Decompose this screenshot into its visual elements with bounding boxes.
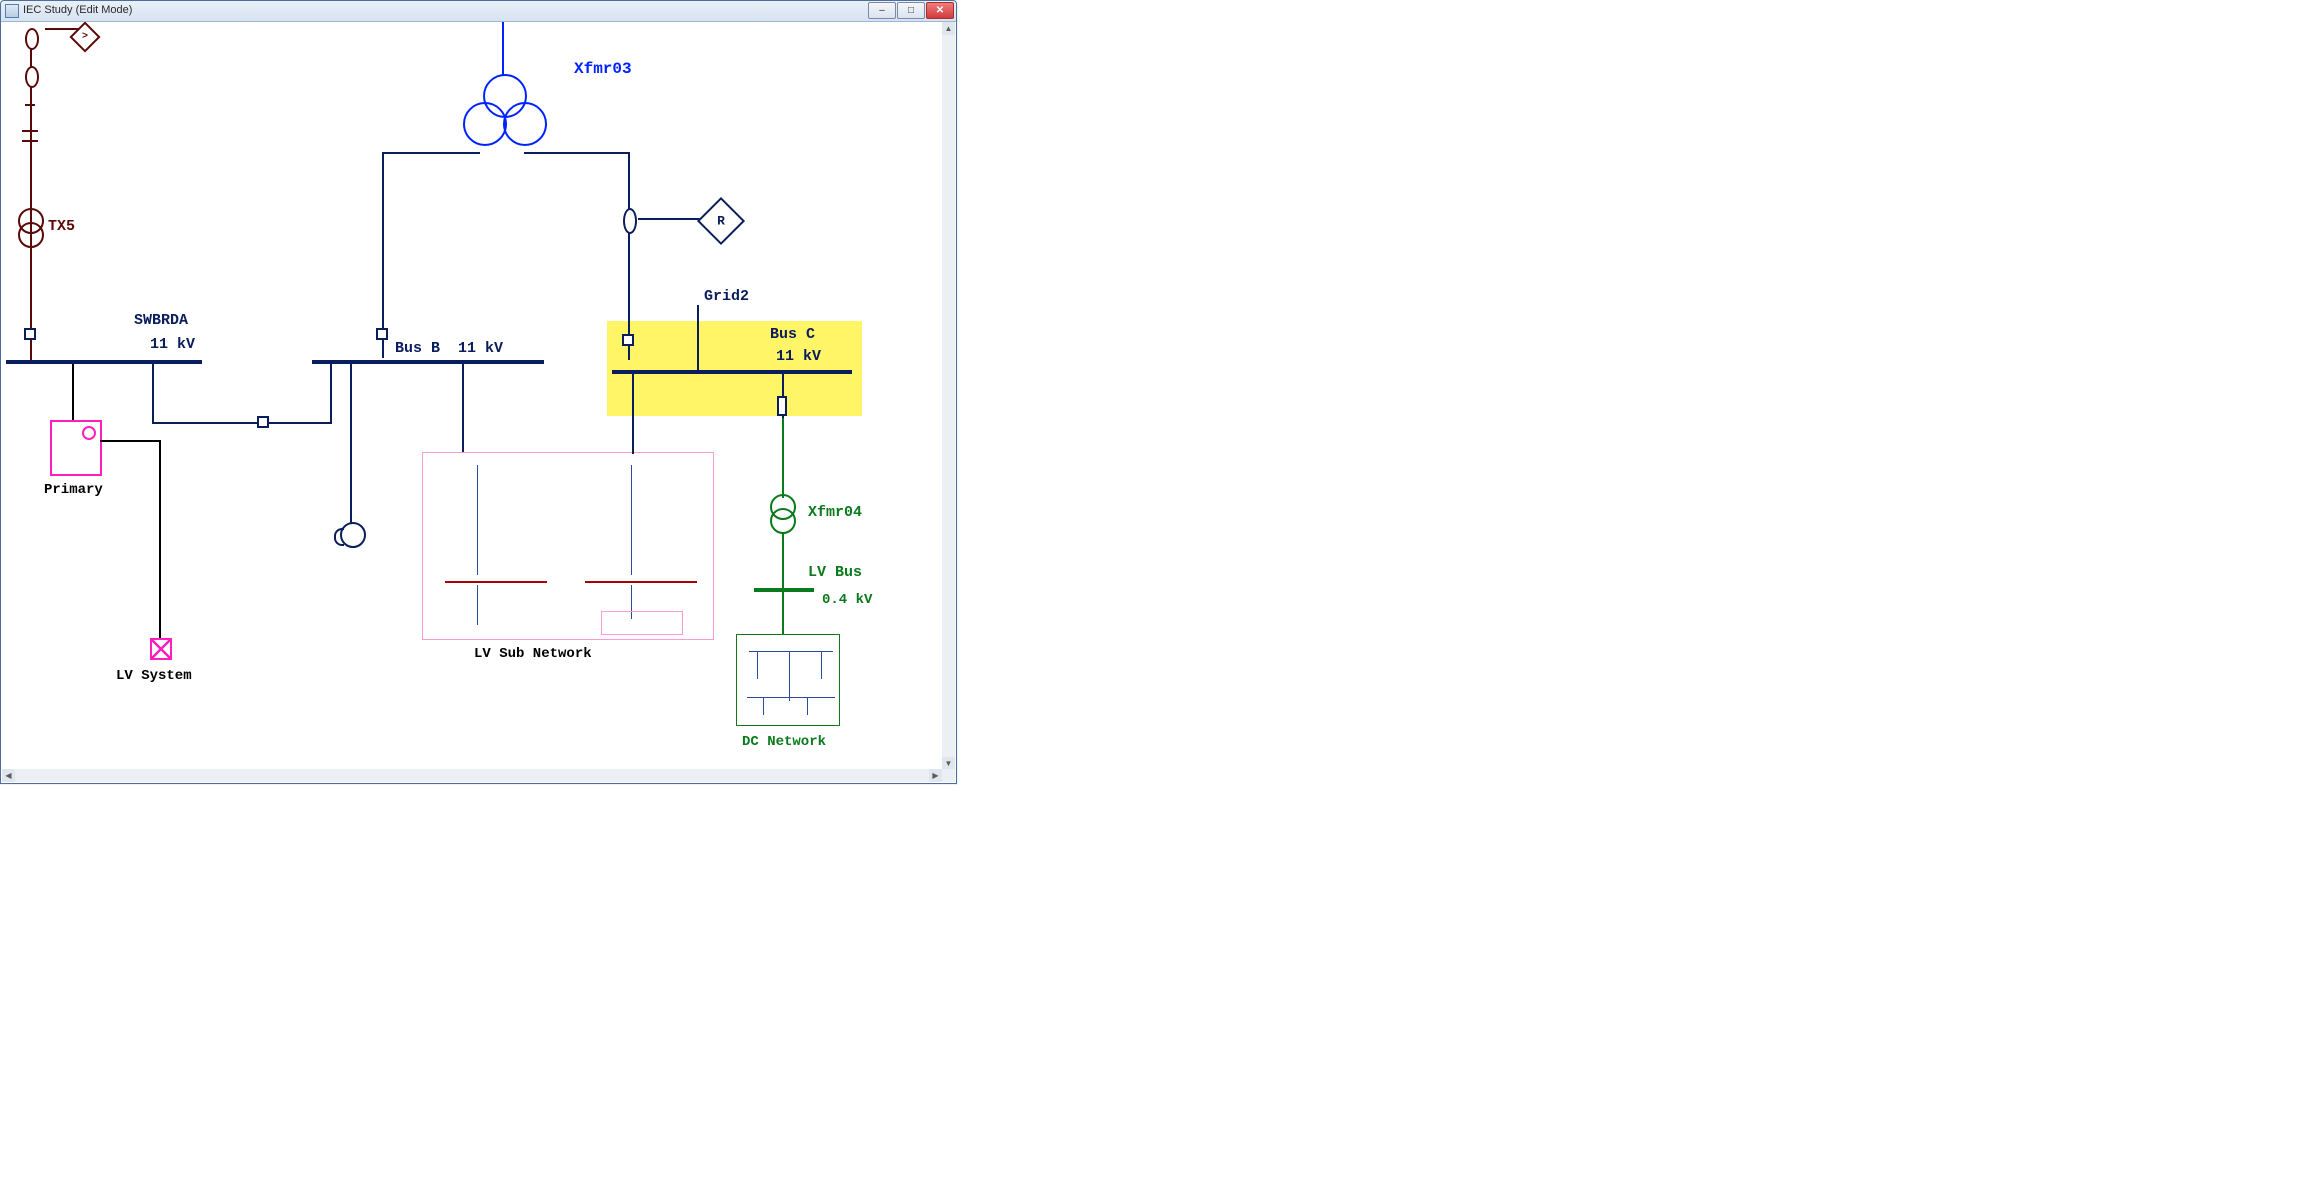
label-lv-bus: LV Bus (808, 564, 862, 581)
protection-relay-diamond[interactable]: > (69, 22, 100, 53)
label-primary: Primary (44, 482, 103, 498)
wire-xfmr03-to-busb-h (382, 152, 480, 154)
close-button[interactable]: ✕ (926, 2, 954, 19)
wire-busb-motor (350, 364, 352, 526)
wire-primary-to-lvsys (159, 440, 161, 640)
window-buttons: – □ ✕ (867, 2, 954, 19)
label-lv-subnet: LV Sub Network (474, 646, 592, 662)
label-lv-system: LV System (116, 668, 192, 684)
relay-r[interactable]: R (697, 197, 745, 245)
wire-busb-lvsub (462, 364, 464, 452)
label-busb-kv: 11 kV (458, 340, 503, 357)
busbar-busb[interactable] (312, 360, 544, 364)
wire-xfmr04-to-lvbus (782, 532, 784, 588)
busbar-swbrda[interactable] (6, 360, 202, 364)
wire-to-xfmr04 (782, 418, 784, 498)
maximize-icon: □ (908, 6, 914, 16)
busbar-lv[interactable] (754, 588, 814, 592)
primary-dot-icon (82, 426, 96, 440)
maximize-button[interactable]: □ (897, 2, 925, 19)
wire-grid2-incomer (697, 305, 699, 370)
ct-oval-2[interactable] (25, 66, 39, 88)
scroll-left-icon[interactable]: ◀ (2, 769, 15, 782)
vertical-scrollbar[interactable]: ▲ ▼ (941, 22, 955, 770)
minimize-icon: – (879, 6, 885, 16)
label-xfmr04: Xfmr04 (808, 504, 862, 521)
motor-load[interactable] (340, 522, 366, 548)
label-dc-network: DC Network (742, 734, 826, 750)
titlebar[interactable]: IEC Study (Edit Mode) – □ ✕ (1, 1, 956, 22)
transformer-tx5[interactable] (18, 208, 42, 248)
protection-relay-glyph: > (82, 32, 88, 43)
composite-primary[interactable] (50, 420, 102, 476)
window-frame: IEC Study (Edit Mode) – □ ✕ ▲ ▼ ◀ ▶ (0, 0, 957, 784)
scroll-corner (942, 769, 955, 782)
label-lv-bus-kv: 0.4 kV (822, 592, 872, 608)
ct-oval-relay[interactable] (623, 208, 637, 234)
relay-letter: R (717, 214, 725, 229)
ct-lead (45, 28, 79, 30)
wire-lvbus-to-dc (782, 592, 784, 636)
wire-xfmr03-to-busc-v (628, 152, 630, 360)
horizontal-scrollbar[interactable]: ◀ ▶ (2, 768, 942, 782)
wire-xfmr03-primary (502, 22, 504, 76)
scroll-up-icon[interactable]: ▲ (942, 22, 955, 35)
window-title: IEC Study (Edit Mode) (23, 4, 132, 16)
fuse-arrester-pair[interactable] (22, 130, 38, 132)
ct-oval-top[interactable] (25, 28, 39, 50)
subnet-dc[interactable] (736, 634, 840, 726)
wire-busc-lvsub (632, 374, 634, 454)
switch-tx5-out[interactable] (24, 328, 36, 340)
selection-highlight-busc (607, 321, 862, 416)
minimize-button[interactable]: – (868, 2, 896, 19)
wire-xfmr03-to-busc-h (524, 152, 630, 154)
fuse-gap[interactable] (25, 104, 35, 106)
wire-tie-vertical-b (330, 364, 332, 424)
close-icon: ✕ (936, 6, 944, 16)
label-grid2: Grid2 (704, 288, 749, 305)
switch-xfmr03-busc[interactable] (622, 334, 634, 346)
wire-tie-vertical-a (152, 364, 154, 424)
composite-lv-system[interactable] (150, 638, 172, 660)
wire-swbrda-primary (72, 364, 74, 424)
one-line-diagram[interactable]: > TX5 SWBRDA 11 kV Bus B 11 kV (2, 22, 942, 769)
label-tx5: TX5 (48, 218, 75, 235)
label-swbrda-kv: 11 kV (150, 336, 195, 353)
diagram-canvas[interactable]: > TX5 SWBRDA 11 kV Bus B 11 kV (2, 22, 942, 769)
wire-primary-h (100, 440, 160, 442)
label-busc: Bus C (770, 326, 815, 343)
transformer-xfmr04[interactable] (770, 494, 794, 534)
busbar-busc[interactable] (612, 370, 852, 374)
label-swbrda: SWBRDA (134, 312, 188, 329)
transformer-xfmr03[interactable] (457, 74, 547, 154)
label-xfmr03: Xfmr03 (574, 60, 632, 78)
label-busc-kv: 11 kV (776, 348, 821, 365)
fuse-arrester-pair2[interactable] (22, 140, 38, 142)
scroll-right-icon[interactable]: ▶ (929, 769, 942, 782)
tie-switch[interactable] (257, 416, 269, 428)
subnet-lv[interactable] (422, 452, 714, 640)
fuse-busc-feeder[interactable] (777, 396, 787, 416)
app-icon (5, 4, 19, 18)
label-busb: Bus B (395, 340, 440, 357)
switch-xfmr03-busb[interactable] (376, 328, 388, 340)
wire-tie-horizontal (152, 422, 332, 424)
